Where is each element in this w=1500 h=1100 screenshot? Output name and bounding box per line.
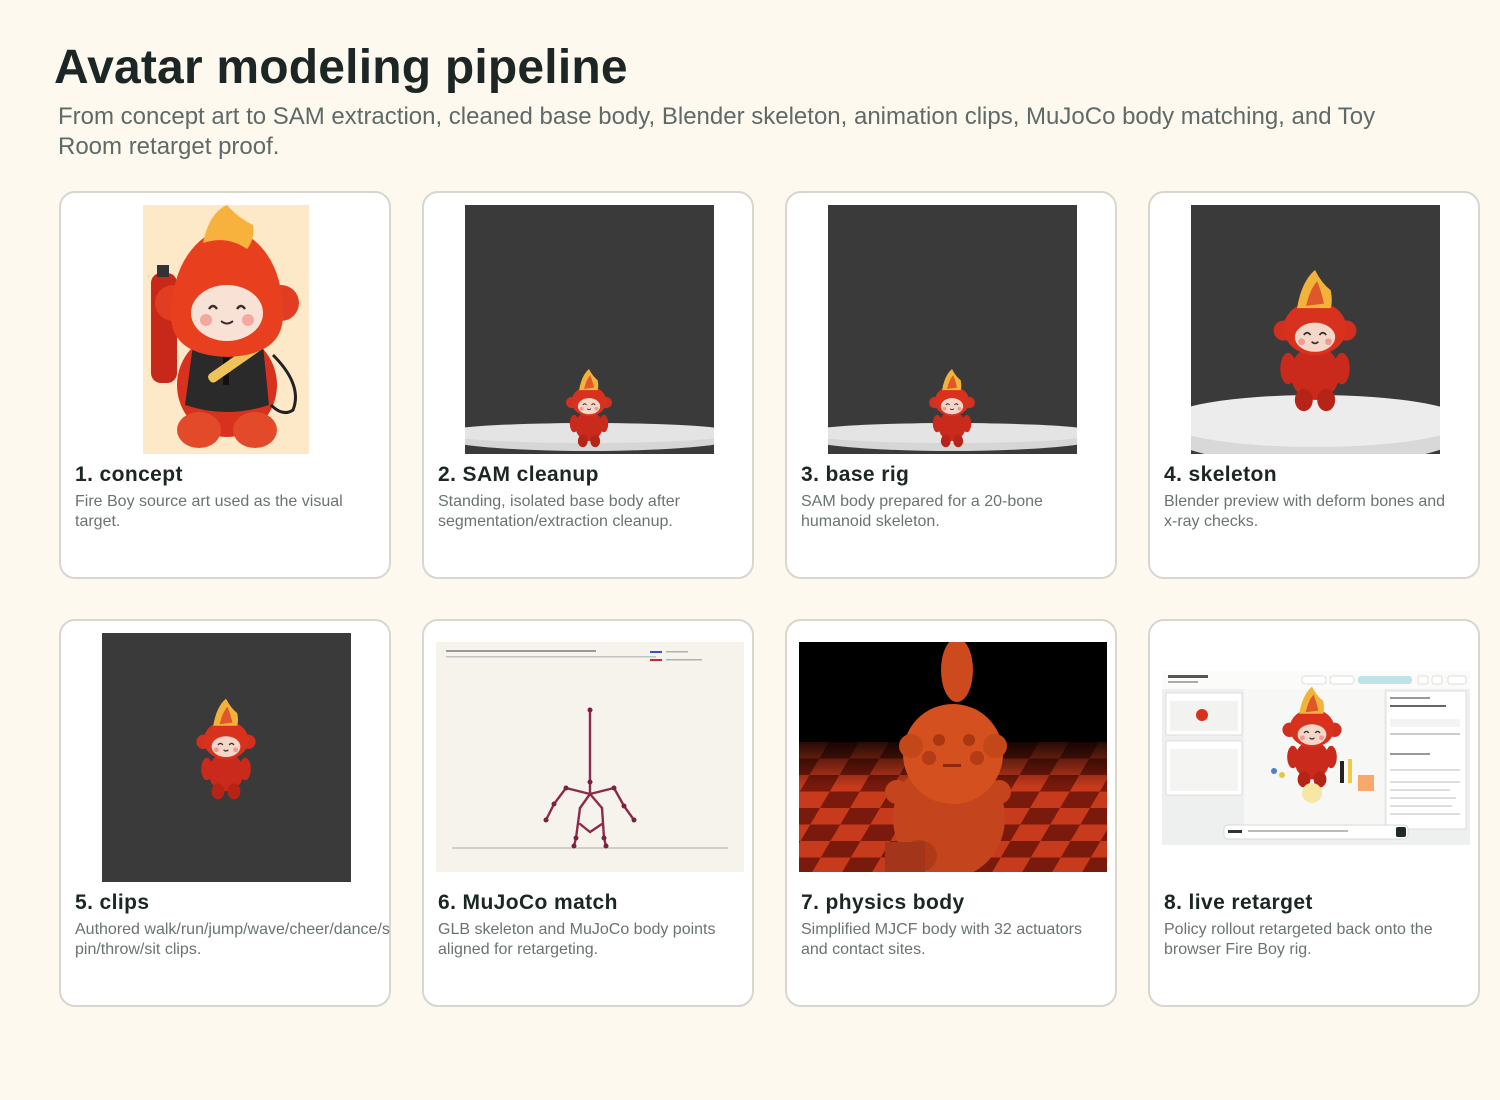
card-title: 2. SAM cleanup	[438, 463, 599, 486]
card-description: Authored walk/run/jump/wave/cheer/dance/…	[75, 921, 390, 958]
card-description: GLB skeleton and MuJoCo body points alig…	[438, 921, 716, 958]
card-description: Blender preview with deform bones and x-…	[1164, 493, 1446, 530]
mujoco-skeleton-plot-image	[436, 642, 744, 872]
card-title: 8. live retarget	[1164, 891, 1313, 914]
concept-art-image	[143, 205, 309, 454]
card-base-rig[interactable]: 3. base rig SAM body prepared for a 20-b…	[785, 191, 1117, 579]
card-title: 6. MuJoCo match	[438, 891, 618, 914]
card-clips[interactable]: 5. clips Authored walk/run/jump/wave/che…	[59, 619, 391, 1007]
physics-body-render-image	[799, 642, 1107, 872]
card-concept[interactable]: 1. concept Fire Boy source art used as t…	[59, 191, 391, 579]
page-title: Avatar modeling pipeline	[54, 41, 628, 94]
base-rig-image	[828, 205, 1077, 454]
animation-clip-image	[102, 633, 351, 882]
card-sam-cleanup[interactable]: 2. SAM cleanup Standing, isolated base b…	[422, 191, 754, 579]
card-skeleton[interactable]: 4. skeleton Blender preview with deform …	[1148, 191, 1480, 579]
toy-room-screenshot-image	[1162, 671, 1470, 845]
card-description: Policy rollout retargeted back onto the …	[1164, 921, 1433, 958]
card-mujoco-match[interactable]: 6. MuJoCo match GLB skeleton and MuJoCo …	[422, 619, 754, 1007]
card-physics-body[interactable]: 7. physics body Simplified MJCF body wit…	[785, 619, 1117, 1007]
skeleton-preview-image	[1191, 205, 1440, 454]
card-description: SAM body prepared for a 20-bone humanoid…	[801, 493, 1043, 530]
card-live-retarget[interactable]: 8. live retarget Policy rollout retarget…	[1148, 619, 1480, 1007]
card-title: 1. concept	[75, 463, 183, 486]
card-title: 4. skeleton	[1164, 463, 1277, 486]
card-title: 3. base rig	[801, 463, 910, 486]
card-title: 7. physics body	[801, 891, 965, 914]
card-title: 5. clips	[75, 891, 150, 914]
card-description: Standing, isolated base body after segme…	[438, 493, 680, 530]
sam-cleanup-image	[465, 205, 714, 454]
card-description: Fire Boy source art used as the visual t…	[75, 493, 343, 530]
card-description: Simplified MJCF body with 32 actuators a…	[801, 921, 1082, 958]
page-subtitle: From concept art to SAM extraction, clea…	[58, 103, 1376, 160]
